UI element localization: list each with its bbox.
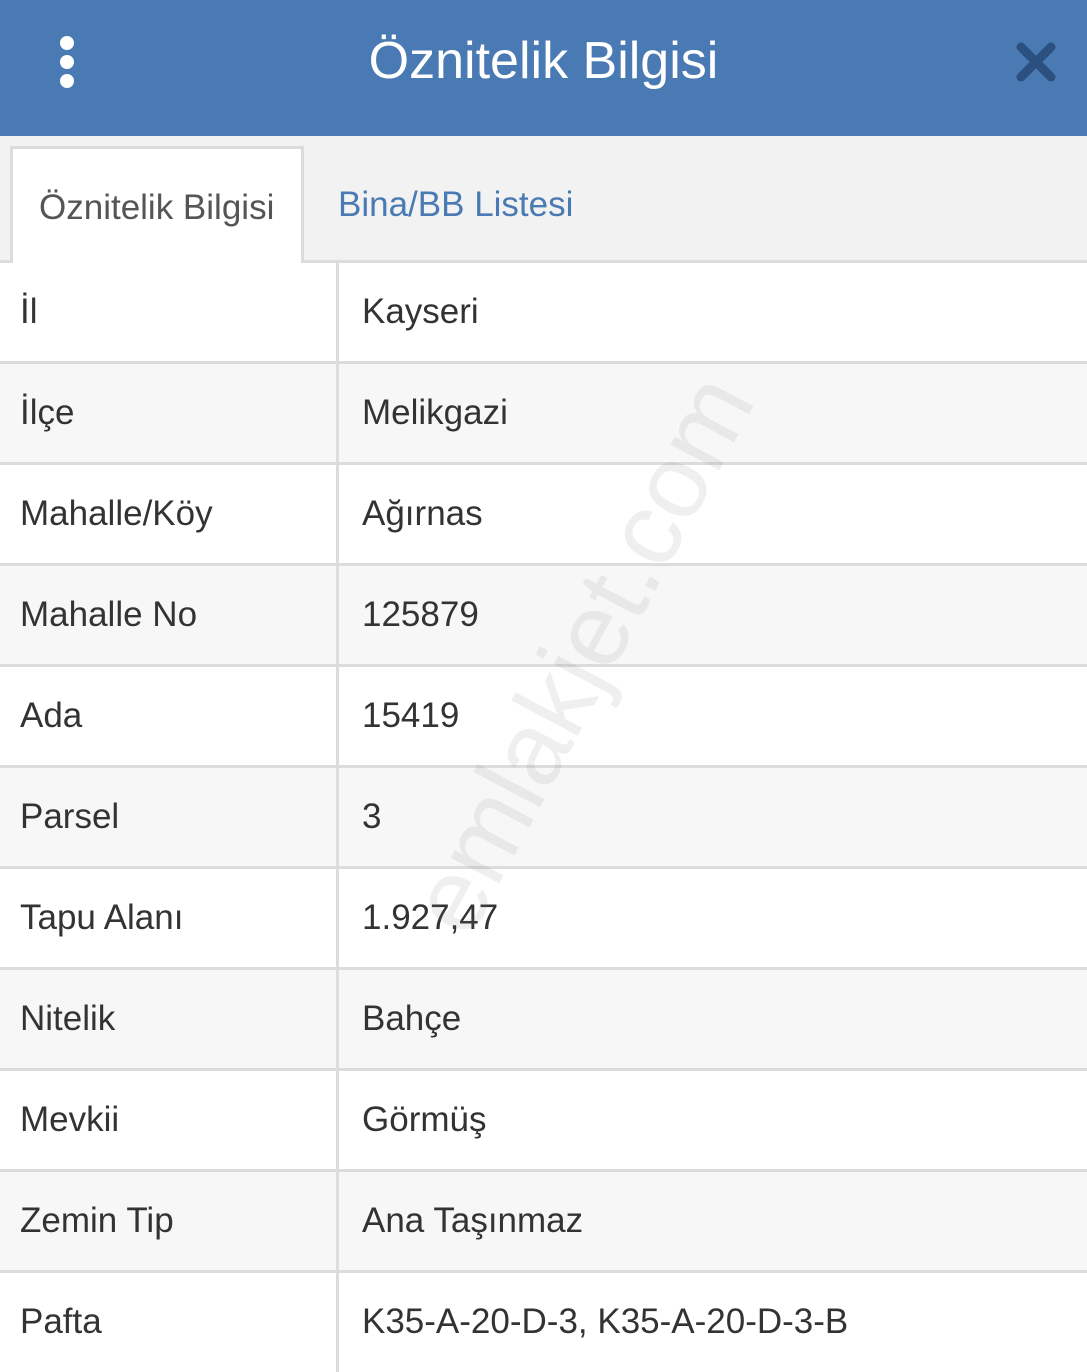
table-row: Ada 15419 [0,667,1087,768]
row-label: Parsel [20,797,120,836]
column-divider [336,970,339,1068]
table-row: Mevkii Görmüş [0,1071,1087,1172]
table-row: Mahalle/Köy Ağırnas [0,465,1087,566]
table-row: Zemin Tip Ana Taşınmaz [0,1172,1087,1273]
page-title: Öznitelik Bilgisi [368,32,719,90]
row-label: İl [20,292,38,331]
column-divider [336,1273,339,1372]
tab-building-list[interactable]: Bina/BB Listesi [312,146,599,263]
tab-bar: Öznitelik Bilgisi Bina/BB Listesi [0,136,1087,266]
row-label: Mevkii [20,1100,120,1139]
column-divider [336,667,339,765]
column-divider [336,869,339,967]
row-value: K35-A-20-D-3, K35-A-20-D-3-B [362,1302,849,1341]
column-divider [336,364,339,462]
column-divider [336,566,339,664]
row-label: Mahalle/Köy [20,494,213,533]
table-row: Parsel 3 [0,768,1087,869]
row-label: Mahalle No [20,595,198,634]
table-row: Nitelik Bahçe [0,970,1087,1071]
attribute-table: İl Kayseri İlçe Melikgazi Mahalle/Köy Ağ… [0,263,1087,1372]
table-row: Mahalle No 125879 [0,566,1087,667]
row-value: Melikgazi [362,393,508,432]
row-label: Zemin Tip [20,1201,174,1240]
row-value: 125879 [362,595,479,634]
attribute-info-panel: Öznitelik Bilgisi Öznitelik Bilgisi Bina… [0,0,1087,1372]
row-label: İlçe [20,393,75,432]
table-row: İl Kayseri [0,263,1087,364]
row-label: Pafta [20,1302,102,1341]
column-divider [336,1071,339,1169]
close-icon[interactable] [1012,38,1060,86]
row-value: 1.927,47 [362,898,499,937]
row-label: Nitelik [20,999,116,1038]
row-value: 15419 [362,696,460,735]
column-divider [336,768,339,866]
tab-attribute-info[interactable]: Öznitelik Bilgisi [10,146,304,266]
row-value: Görmüş [362,1100,487,1139]
row-label: Ada [20,696,83,735]
row-value: Ağırnas [362,494,483,533]
row-value: Bahçe [362,999,462,1038]
header-bar: Öznitelik Bilgisi [0,0,1087,136]
table-row: İlçe Melikgazi [0,364,1087,465]
row-label: Tapu Alanı [20,898,184,937]
row-value: Kayseri [362,292,479,331]
column-divider [336,263,339,361]
column-divider [336,1172,339,1270]
column-divider [336,465,339,563]
table-row: Pafta K35-A-20-D-3, K35-A-20-D-3-B [0,1273,1087,1372]
row-value: Ana Taşınmaz [362,1201,584,1240]
row-value: 3 [362,797,382,836]
table-row: Tapu Alanı 1.927,47 [0,869,1087,970]
